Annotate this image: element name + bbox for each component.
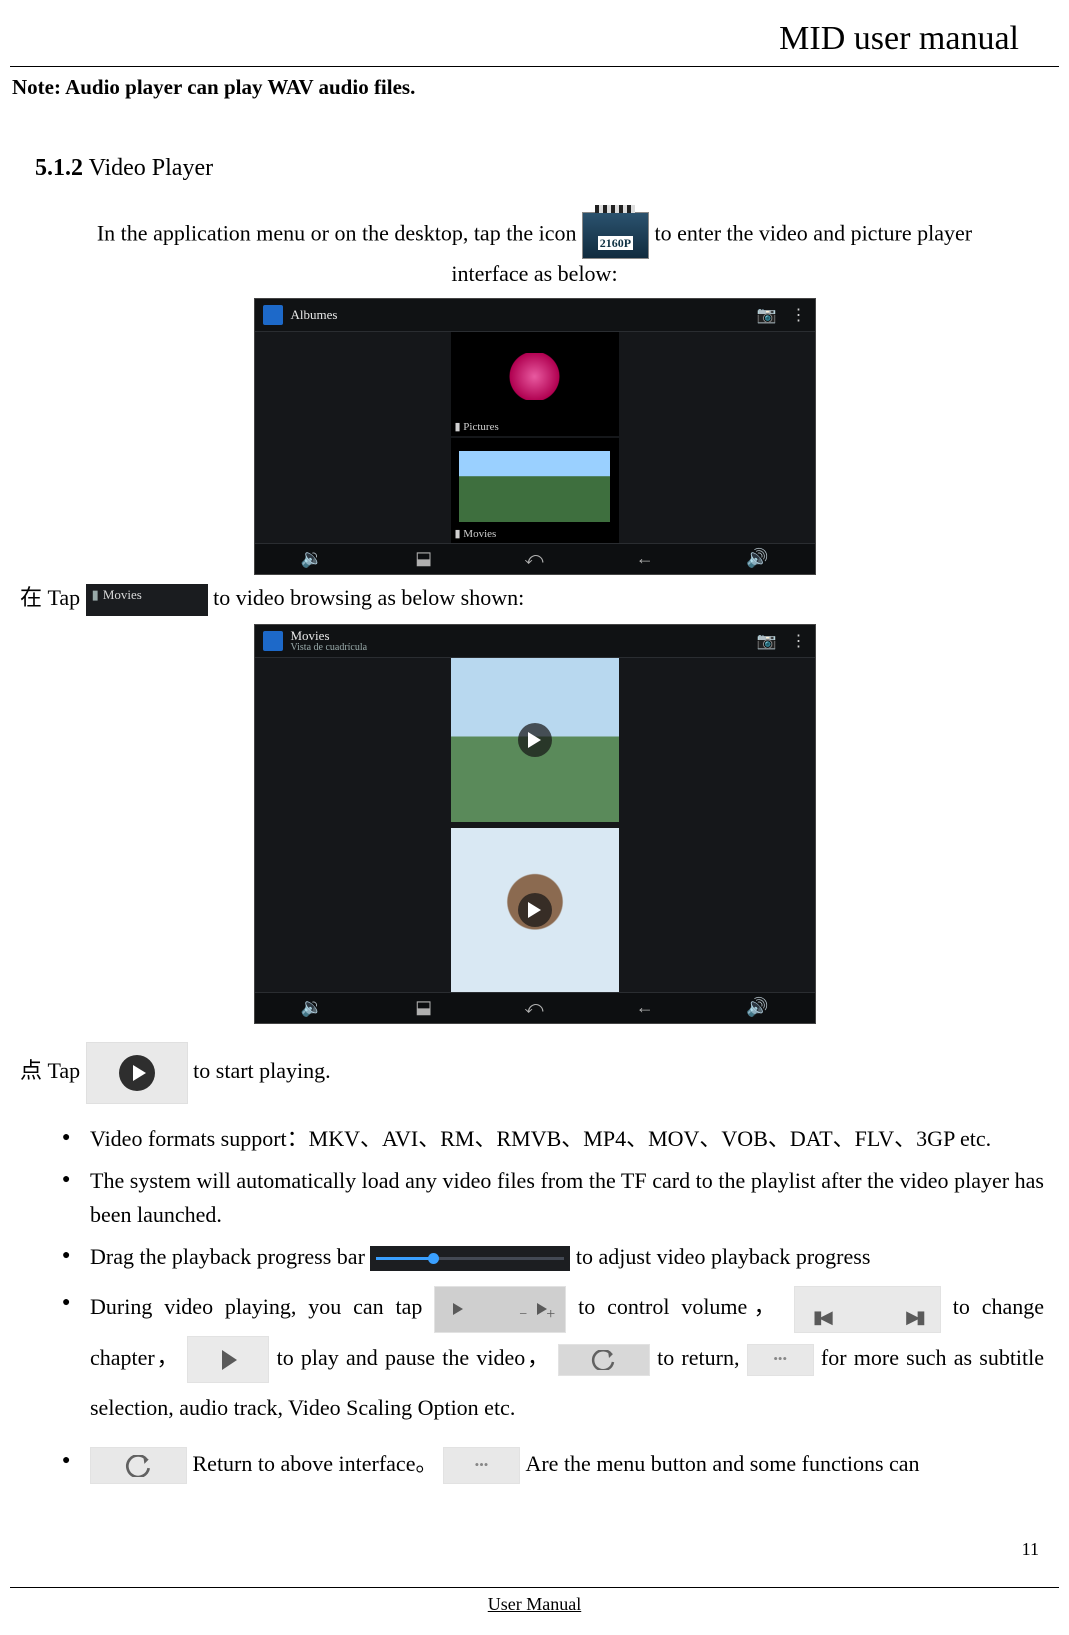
nav-vol-down-icon: 🔉 <box>301 997 323 1018</box>
progress-bar-icon <box>370 1246 570 1271</box>
menu-dots-icon: ⋮ <box>791 631 807 651</box>
return-icon <box>558 1344 650 1376</box>
menu-dots-icon: ⋮ <box>791 305 807 325</box>
camera-icon: 📷 <box>757 305 777 325</box>
albums-screenshot: Albumes 📷 ⋮ ▮ Pictures ▮ Movies 🔉 ⬓ ⤺ ← … <box>254 298 816 575</box>
video-thumb-2 <box>451 828 619 992</box>
play-icon <box>518 723 552 757</box>
tap-play-a: 点 Tap <box>20 1058 86 1083</box>
nav-recent-icon: ⬓ <box>415 997 432 1018</box>
movies-thumb: ▮ Movies <box>451 438 619 543</box>
intro-paragraph: In the application menu or on the deskto… <box>20 212 1049 290</box>
intro-c: interface as below: <box>451 261 617 286</box>
ss2-topbar: Movies Vista de cuadrícula 📷 ⋮ <box>255 625 815 658</box>
play-icon <box>518 893 552 927</box>
intro-a: In the application menu or on the deskto… <box>97 221 582 246</box>
page-header: MID user manual <box>10 0 1059 67</box>
bullet-formats: Video formats support：MKV、AVI、RM、RMVB、MP… <box>90 1122 1044 1156</box>
section-title: Video Player <box>83 155 213 181</box>
play-thumbnail-icon <box>86 1042 188 1104</box>
tap-movies-a: 在 Tap <box>20 585 86 610</box>
b3-text-a: Drag the playback progress bar <box>90 1244 370 1269</box>
ss1-title: Albumes <box>291 307 338 323</box>
nav-vol-down-icon: 🔉 <box>301 548 323 569</box>
footer-text: User Manual <box>488 1594 581 1614</box>
nav-home-icon: ⤺ <box>524 997 543 1018</box>
play-pause-icon <box>187 1336 269 1383</box>
bullet-return-menu: Return to above interface。 ••• Are the m… <box>90 1442 1044 1486</box>
feature-bullets: Video formats support：MKV、AVI、RM、RMVB、MP… <box>0 1122 1069 1486</box>
b5-b: Are the menu button and some functions c… <box>525 1451 919 1476</box>
b3-text-b: to adjust video playback progress <box>576 1244 871 1269</box>
return-icon <box>90 1447 187 1484</box>
bullet-autoload: The system will automatically load any v… <box>90 1164 1044 1232</box>
nav-vol-up-icon: 🔊 <box>746 548 768 569</box>
nav-recent-icon: ⬓ <box>415 548 432 569</box>
audio-note: Note: Audio player can play WAV audio fi… <box>10 67 1059 100</box>
more-icon: ••• <box>747 1344 814 1376</box>
movies-caption: ▮ Movies <box>455 527 497 540</box>
pictures-caption: ▮ Pictures <box>455 420 499 433</box>
bullet-progress: Drag the playback progress bar to adjust… <box>90 1240 1044 1274</box>
tap-play-line: 点 Tap to start playing. <box>20 1042 1049 1104</box>
app-icon <box>263 305 283 325</box>
movies-button: Movies <box>86 584 208 616</box>
b4-a: During video playing, you can tap <box>90 1294 422 1319</box>
b4-b: to control volume， <box>578 1294 782 1319</box>
volume-control-icon: −+ <box>434 1286 566 1333</box>
nav-back-icon: ← <box>636 548 654 569</box>
tap-play-b: to start playing. <box>193 1058 330 1083</box>
page-number: 11 <box>1022 1539 1039 1560</box>
video-thumb-1 <box>451 658 619 822</box>
nav-home-icon: ⤺ <box>524 548 543 569</box>
b4-d: to play and pause the video， <box>277 1345 551 1370</box>
ss2-subtitle: Vista de cuadrícula <box>291 642 368 653</box>
bullet-controls: During video playing, you can tap −+ to … <box>90 1282 1044 1434</box>
tap-movies-b: to video browsing as below shown: <box>213 585 524 610</box>
ss1-navbar: 🔉 ⬓ ⤺ ← 🔊 <box>255 543 815 574</box>
page-footer: User Manual <box>10 1587 1059 1615</box>
nav-back-icon: ← <box>636 997 654 1018</box>
ss2-navbar: 🔉 ⬓ ⤺ ← 🔊 <box>255 992 815 1023</box>
section-number: 5.1.2 <box>35 155 83 181</box>
app-icon <box>263 631 283 651</box>
tap-movies-line: 在 Tap Movies to video browsing as below … <box>20 583 1049 616</box>
b4-e: to return, <box>657 1345 739 1370</box>
b5-a: Return to above interface。 <box>193 1451 438 1476</box>
section-heading: 5.1.2 Video Player <box>10 100 1059 182</box>
player-2160p-icon: 2160P <box>582 212 649 259</box>
movies-grid-screenshot: Movies Vista de cuadrícula 📷 ⋮ 🔉 ⬓ ⤺ ← 🔊 <box>254 624 816 1024</box>
ss2-title: Movies <box>291 629 368 642</box>
more-icon: ••• <box>443 1447 520 1484</box>
chapter-control-icon <box>794 1286 941 1333</box>
pictures-thumb: ▮ Pictures <box>451 332 619 437</box>
nav-vol-up-icon: 🔊 <box>746 997 768 1018</box>
intro-b: to enter the video and picture player <box>654 221 972 246</box>
ss1-topbar: Albumes 📷 ⋮ <box>255 299 815 332</box>
camera-icon: 📷 <box>757 631 777 651</box>
